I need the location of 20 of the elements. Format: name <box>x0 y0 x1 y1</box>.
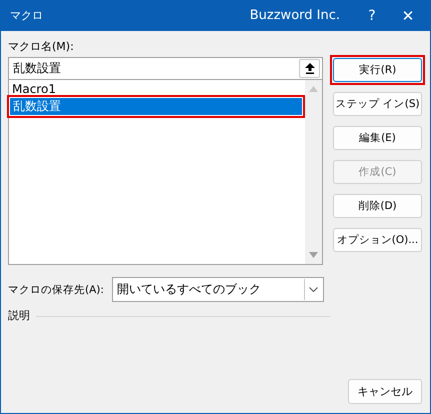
location-label: マクロの保存先(A): <box>8 282 105 296</box>
cancel-button[interactable]: キャンセル <box>348 379 422 404</box>
macro-item[interactable]: Macro1 <box>9 81 305 98</box>
dialog-button[interactable]: 削除(D) <box>333 194 422 218</box>
scroll-up-icon[interactable] <box>309 86 318 92</box>
dialog-button[interactable]: オプション(O)... <box>333 228 422 252</box>
description-label: 説明 <box>8 308 30 324</box>
dialog-button[interactable]: 編集(E) <box>333 126 422 150</box>
macro-name-field[interactable]: 乱数設置 <box>8 57 323 80</box>
scroll-down-icon[interactable] <box>309 252 318 258</box>
dialog-button[interactable]: ステップ イン(S) <box>333 92 422 116</box>
window-title: マクロ <box>10 8 44 23</box>
macro-name-label: マクロ名(M): <box>8 39 75 55</box>
macro-item[interactable]: 乱数設置 <box>10 98 302 115</box>
dialog-button[interactable]: 実行(R) <box>333 58 422 82</box>
help-button[interactable]: ? <box>354 0 390 31</box>
close-button[interactable]: ✕ <box>390 0 426 31</box>
scrollbar[interactable] <box>305 80 322 264</box>
brand-label: Buzzword Inc. <box>250 8 340 23</box>
location-dropdown[interactable]: 開いているすべてのブック <box>112 277 324 302</box>
